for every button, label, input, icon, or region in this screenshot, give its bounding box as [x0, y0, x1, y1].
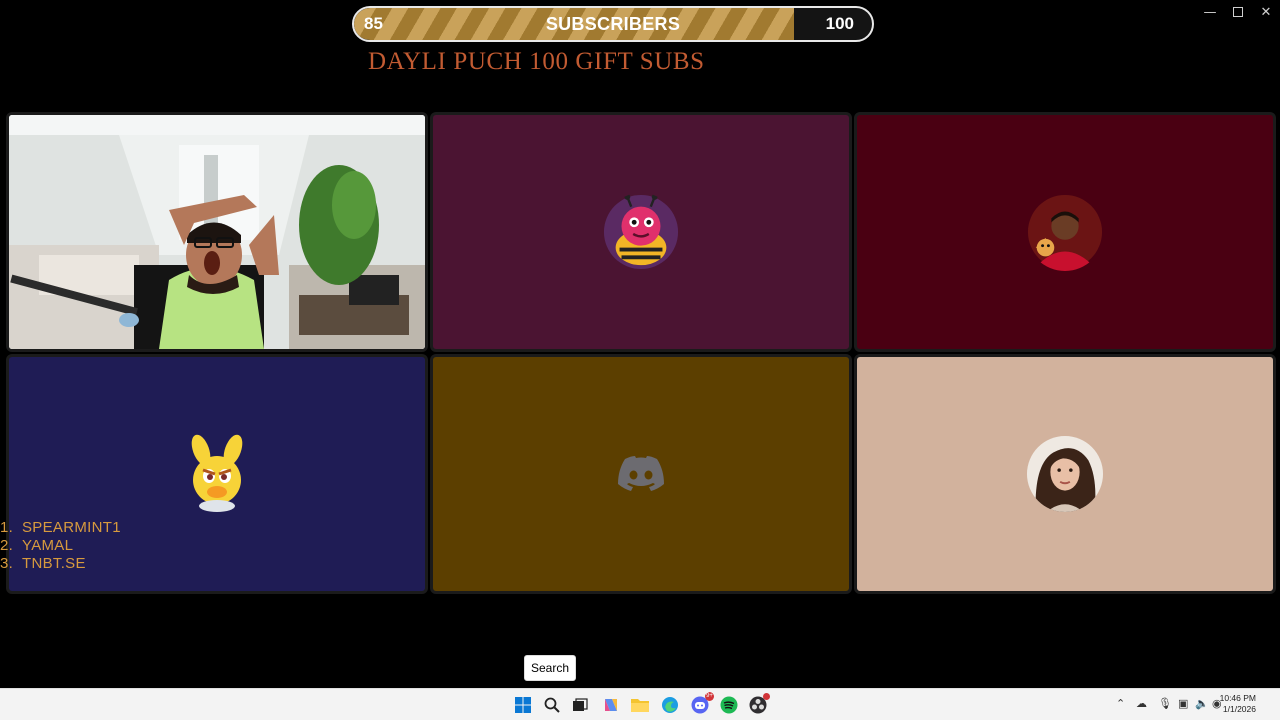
clock[interactable]: 10:46 PM 1/1/2026 — [1220, 693, 1256, 715]
leaderboard-row: 3. TNBT.SE — [0, 555, 121, 573]
clock-date: 1/1/2026 — [1222, 704, 1256, 714]
taskbar: 9+ ⌃ ☁ 🎙 ▣ 🔈 ◉ 10:46 PM 1/1/2026 — [0, 688, 1280, 720]
leaderboard-name: SPEARMINT1 — [22, 519, 121, 536]
windows-start-icon[interactable] — [513, 695, 533, 715]
leaderboard-rank: 3. — [0, 555, 14, 572]
headline-text: DAYLI PUCH 100 GIFT SUBS — [368, 48, 705, 75]
spotify-icon[interactable] — [719, 695, 739, 715]
leaderboard-row: 2. YAMAL — [0, 537, 121, 555]
leaderboard: 1. SPEARMINT1 2. YAMAL 3. TNBT.SE — [0, 519, 121, 573]
yellow-bunny-avatar-icon — [191, 434, 243, 512]
notification-badge: 9+ — [705, 692, 714, 701]
maximize-button[interactable] — [1224, 0, 1252, 24]
chevron-up-icon[interactable]: ⌃ — [1116, 697, 1125, 710]
participant-6-tile — [854, 354, 1276, 594]
search-icon[interactable] — [542, 695, 562, 715]
task-view-icon[interactable] — [570, 695, 590, 715]
edge-icon[interactable] — [660, 695, 680, 715]
woman-photo-avatar-icon — [1026, 435, 1104, 513]
onedrive-icon[interactable]: ☁ — [1136, 697, 1147, 710]
copilot-icon[interactable] — [601, 695, 621, 715]
close-button[interactable]: ✕ — [1252, 0, 1280, 24]
leaderboard-rank: 2. — [0, 537, 14, 554]
discord-logo-icon — [618, 456, 664, 491]
participant-5-tile — [430, 354, 852, 594]
search-tooltip: Search — [524, 655, 577, 681]
clock-time: 10:46 PM — [1219, 693, 1256, 703]
minimize-button[interactable]: — — [1196, 0, 1224, 24]
obs-icon[interactable] — [748, 693, 770, 715]
webcam-feed — [6, 112, 428, 352]
participant-2-tile — [430, 112, 852, 352]
cartoon-bee-avatar-icon — [603, 193, 679, 270]
goal-label: SUBSCRIBERS — [545, 14, 681, 34]
webcam-scene — [9, 115, 425, 349]
discord-icon[interactable]: 9+ — [690, 692, 714, 715]
recording-dot — [763, 693, 770, 700]
stream-screen: — ✕ 85 SUBSCRIBERS 100 DAYLI PUCH 100 GI… — [0, 0, 1280, 720]
leaderboard-name: YAMAL — [22, 537, 74, 554]
leaderboard-rank: 1. — [0, 519, 14, 536]
maximize-icon — [1233, 7, 1243, 17]
leaderboard-row: 1. SPEARMINT1 — [0, 519, 121, 537]
subscriber-goal-bar: 85 SUBSCRIBERS 100 — [352, 6, 874, 42]
volume-icon[interactable]: 🔈 — [1195, 697, 1209, 710]
leaderboard-name: TNBT.SE — [22, 555, 86, 572]
goal-target: 100 — [825, 14, 854, 33]
participant-3-tile — [854, 112, 1276, 352]
microphone-icon[interactable]: 🎙 — [1158, 697, 1172, 710]
football-player-avatar-icon — [1027, 194, 1103, 271]
window-controls: — ✕ — [1196, 0, 1280, 24]
display-icon[interactable]: ▣ — [1178, 697, 1188, 710]
file-explorer-icon[interactable] — [630, 695, 650, 715]
